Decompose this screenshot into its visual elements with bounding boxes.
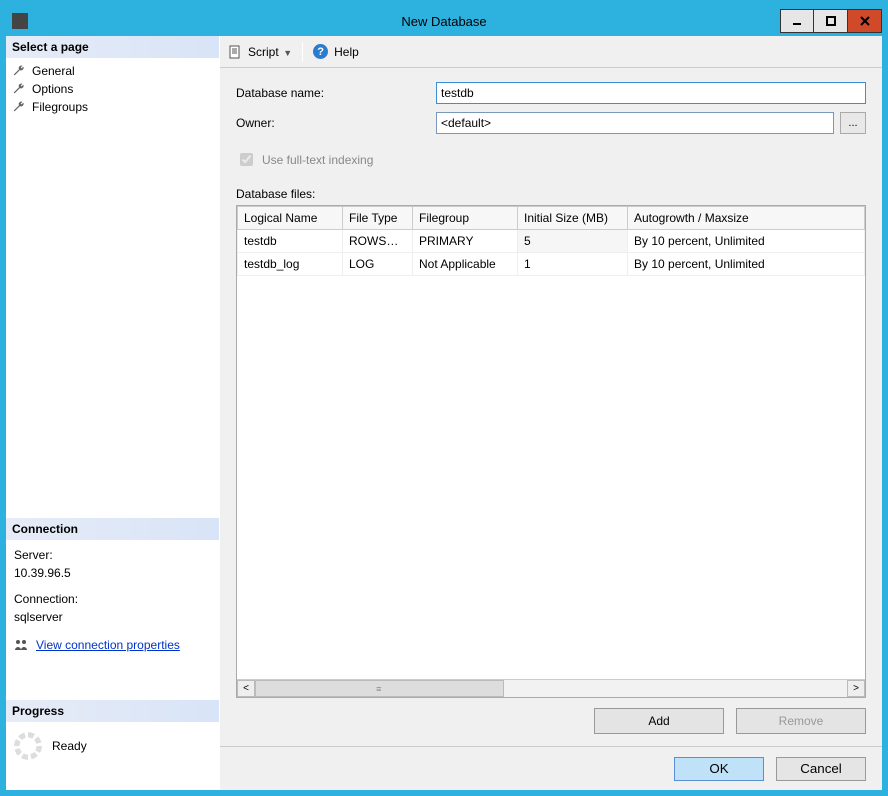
cell-autogrowth[interactable]: By 10 percent, Unlimited bbox=[628, 253, 865, 276]
scroll-track[interactable]: ≡ bbox=[255, 680, 847, 697]
files-label: Database files: bbox=[236, 187, 866, 201]
database-files-grid[interactable]: Logical Name File Type Filegroup Initial… bbox=[236, 205, 866, 698]
window-title: New Database bbox=[6, 14, 882, 29]
content-toolbar: Script ▼ ? Help bbox=[220, 36, 882, 68]
close-icon bbox=[859, 15, 871, 27]
help-button[interactable]: Help bbox=[334, 45, 359, 59]
page-label: General bbox=[32, 64, 75, 78]
server-label: Server: bbox=[14, 546, 211, 564]
page-item-filegroups[interactable]: Filegroups bbox=[6, 98, 219, 116]
cell-filegroup[interactable]: Not Applicable bbox=[413, 253, 518, 276]
table-row[interactable]: testdb_log LOG Not Applicable 1 By 10 pe… bbox=[238, 253, 865, 276]
dialog-footer: OK Cancel bbox=[220, 746, 882, 790]
minimize-icon bbox=[791, 15, 803, 27]
separator bbox=[302, 42, 303, 62]
horizontal-scrollbar[interactable]: < ≡ > bbox=[237, 679, 865, 697]
help-icon: ? bbox=[313, 44, 328, 59]
connection-panel: Server: 10.39.96.5 Connection: sqlserver… bbox=[6, 540, 219, 660]
page-item-general[interactable]: General bbox=[6, 62, 219, 80]
cancel-button[interactable]: Cancel bbox=[776, 757, 866, 781]
titlebar: New Database bbox=[6, 6, 882, 36]
wrench-icon bbox=[12, 100, 26, 114]
view-connection-link[interactable]: View connection properties bbox=[36, 636, 180, 654]
maximize-icon bbox=[825, 15, 837, 27]
select-page-header: Select a page bbox=[6, 36, 219, 58]
maximize-button[interactable] bbox=[814, 9, 848, 33]
db-name-label: Database name: bbox=[236, 86, 436, 100]
cell-filetype[interactable]: ROWS… bbox=[343, 230, 413, 253]
connection-label: Connection: bbox=[14, 590, 211, 608]
page-item-options[interactable]: Options bbox=[6, 80, 219, 98]
left-pane: Select a page General Options Filegroups… bbox=[6, 36, 220, 790]
db-name-input[interactable] bbox=[436, 82, 866, 104]
owner-input[interactable] bbox=[436, 112, 834, 134]
window-controls bbox=[780, 9, 882, 33]
owner-label: Owner: bbox=[236, 116, 436, 130]
cell-logical[interactable]: testdb_log bbox=[238, 253, 343, 276]
scroll-left-arrow-icon[interactable]: < bbox=[237, 680, 255, 697]
col-initial-size[interactable]: Initial Size (MB) bbox=[518, 207, 628, 230]
page-label: Filegroups bbox=[32, 100, 88, 114]
page-list: General Options Filegroups bbox=[6, 58, 219, 120]
view-connection-properties[interactable]: View connection properties bbox=[14, 636, 211, 654]
chevron-down-icon: ▼ bbox=[281, 48, 292, 58]
fulltext-checkbox bbox=[240, 153, 253, 166]
content-area: Database name: Owner: ... Use full-text … bbox=[220, 68, 882, 746]
col-file-type[interactable]: File Type bbox=[343, 207, 413, 230]
script-icon bbox=[228, 45, 242, 59]
col-filegroup[interactable]: Filegroup bbox=[413, 207, 518, 230]
col-autogrowth[interactable]: Autogrowth / Maxsize bbox=[628, 207, 865, 230]
progress-status: Ready bbox=[52, 739, 87, 753]
scroll-thumb[interactable]: ≡ bbox=[255, 680, 504, 697]
connection-value: sqlserver bbox=[14, 608, 211, 626]
owner-browse-button[interactable]: ... bbox=[840, 112, 866, 134]
cell-initial[interactable]: 1 bbox=[518, 253, 628, 276]
connection-header: Connection bbox=[6, 518, 219, 540]
people-icon bbox=[14, 639, 30, 651]
minimize-button[interactable] bbox=[780, 9, 814, 33]
col-logical-name[interactable]: Logical Name bbox=[238, 207, 343, 230]
cell-autogrowth[interactable]: By 10 percent, Unlimited bbox=[628, 230, 865, 253]
app-icon bbox=[12, 13, 28, 29]
page-label: Options bbox=[32, 82, 73, 96]
cell-logical[interactable]: testdb bbox=[238, 230, 343, 253]
remove-button[interactable]: Remove bbox=[736, 708, 866, 734]
progress-panel: Ready bbox=[6, 722, 219, 790]
server-value: 10.39.96.5 bbox=[14, 564, 211, 582]
add-button[interactable]: Add bbox=[594, 708, 724, 734]
script-dropdown[interactable]: Script ▼ bbox=[248, 45, 292, 59]
new-database-dialog: New Database Select a page General bbox=[0, 0, 888, 796]
fulltext-label: Use full-text indexing bbox=[262, 153, 373, 167]
table-row[interactable]: testdb ROWS… PRIMARY 5 By 10 percent, Un… bbox=[238, 230, 865, 253]
close-button[interactable] bbox=[848, 9, 882, 33]
ok-button[interactable]: OK bbox=[674, 757, 764, 781]
wrench-icon bbox=[12, 82, 26, 96]
scroll-right-arrow-icon[interactable]: > bbox=[847, 680, 865, 697]
cell-initial[interactable]: 5 bbox=[518, 230, 628, 253]
cell-filegroup[interactable]: PRIMARY bbox=[413, 230, 518, 253]
cell-filetype[interactable]: LOG bbox=[343, 253, 413, 276]
wrench-icon bbox=[12, 64, 26, 78]
progress-header: Progress bbox=[6, 700, 219, 722]
right-pane: Script ▼ ? Help Database name: Owner: ..… bbox=[220, 36, 882, 790]
progress-spinner-icon bbox=[14, 732, 42, 760]
